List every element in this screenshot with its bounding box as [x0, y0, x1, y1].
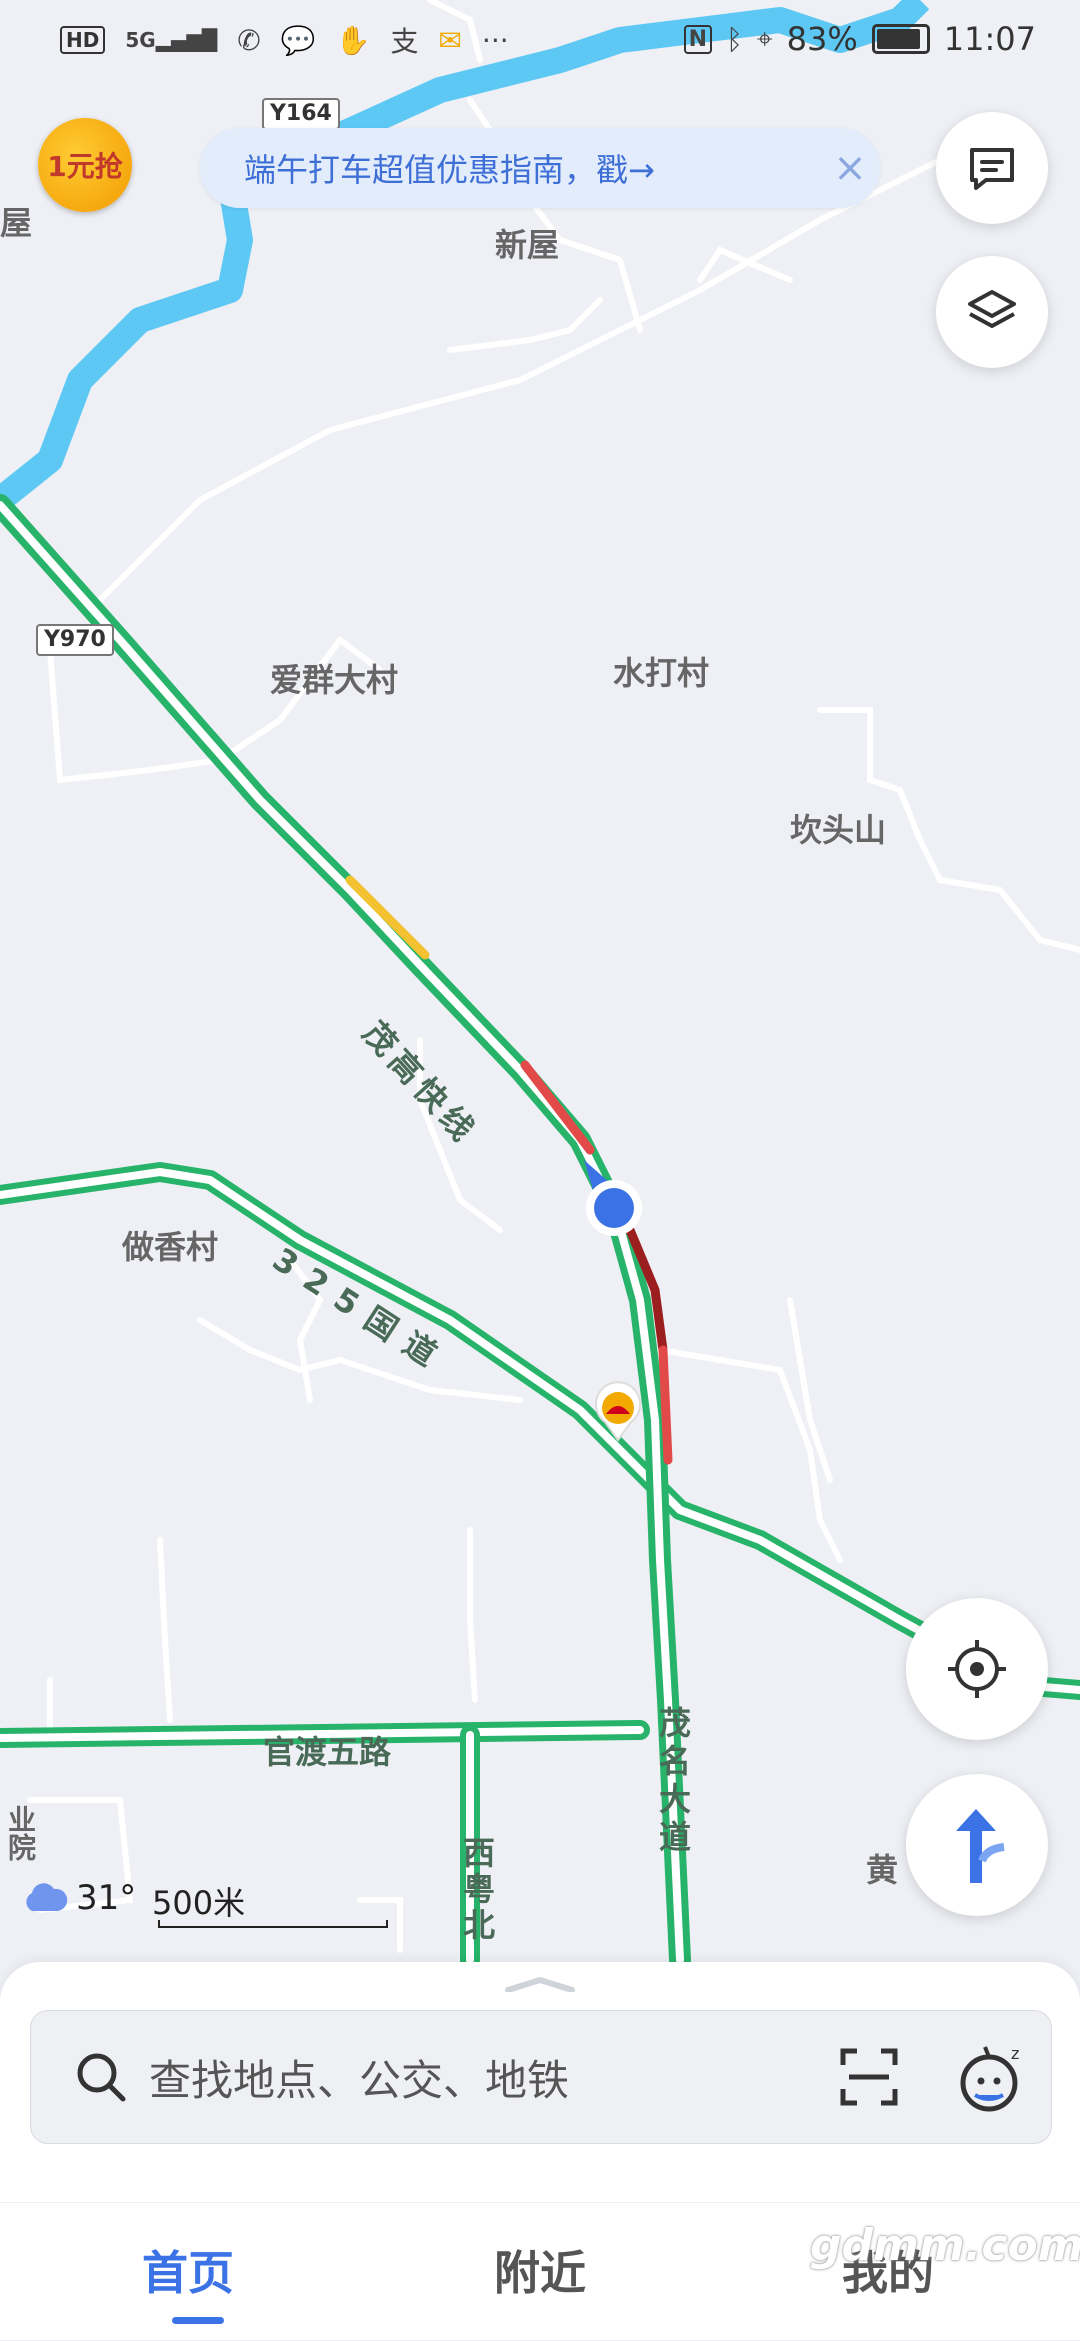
avenue-label: 茂名大道 [654, 1706, 692, 1858]
tab-home[interactable]: 首页 [142, 2237, 234, 2303]
banner-text: 端午打车超值优惠指南，戳→ [244, 151, 655, 189]
scale-label: 500米 [152, 1884, 246, 1922]
status-bar: HD 5G▂▄▆█ ✆ 💬 ✋ 支 ✉ ··· N ᛒ ⌖ 83% 11:07 [0, 0, 1080, 80]
battery-percent: 83% [786, 20, 858, 58]
road-shield: Y164 [262, 98, 340, 130]
weather-widget[interactable]: 31° [20, 1878, 136, 1918]
assistant-icon[interactable]: z [951, 2037, 1031, 2117]
feedback-icon [970, 148, 1014, 190]
battery-icon [871, 24, 930, 54]
place-label: 新屋 [495, 226, 560, 264]
locate-button[interactable] [906, 1598, 1048, 1740]
watermark: gdmm.com [810, 2220, 1080, 2271]
promo-banner[interactable]: 端午打车超值优惠指南，戳→ × [200, 128, 880, 208]
place-label: 黄 [866, 1851, 899, 1889]
signal-5g-icon: 5G▂▄▆█ [125, 28, 218, 52]
chat-icon: 💬 [280, 23, 316, 57]
search-input[interactable]: 查找地点、公交、地铁 [149, 2047, 837, 2108]
scale-bar [158, 1920, 388, 1928]
missed-call-icon: ✆ [237, 23, 261, 57]
road-shield: Y970 [36, 624, 114, 656]
hd-icon: HD [60, 26, 106, 54]
scan-icon[interactable] [837, 2045, 901, 2109]
route-button[interactable] [906, 1774, 1048, 1916]
feedback-button[interactable] [936, 112, 1048, 224]
svg-text:z: z [1011, 2044, 1019, 2063]
hand-icon: ✋ [335, 23, 371, 57]
location-icon: ⌖ [756, 22, 773, 55]
bottom-sheet: 查找地点、公交、地铁 z 首页 附近 我的 [0, 1962, 1080, 2340]
cloud-icon [26, 1883, 68, 1911]
edge-place-label: 屋 [0, 204, 33, 242]
place-label: 做香村 [122, 1228, 219, 1266]
edge-place-label: 业院 [4, 1805, 37, 1861]
place-label: 水打村 [613, 654, 710, 692]
xiyue-road-label: 西粤北 [458, 1836, 496, 1944]
route-arrow-icon [956, 1809, 1005, 1883]
close-icon[interactable]: × [820, 145, 880, 191]
promo-badge[interactable]: 1元抢 [38, 118, 132, 212]
guandu-road-label: 官渡五路 [263, 1733, 392, 1771]
bluetooth-icon: ᛒ [726, 22, 743, 56]
place-label: 坎头山 [790, 811, 887, 849]
crosshair-icon [948, 1640, 1006, 1698]
layers-icon [968, 290, 1016, 328]
temperature: 31° [76, 1878, 137, 1918]
status-right-icons: N ᛒ ⌖ 83% 11:07 [683, 20, 1036, 58]
place-label: 爱群大村 [270, 661, 399, 699]
tab-nearby[interactable]: 附近 [494, 2237, 586, 2303]
mail-icon: ✉ [438, 23, 462, 57]
layers-button[interactable] [936, 256, 1048, 368]
alipay-icon: 支 [390, 25, 419, 58]
status-left-icons: HD 5G▂▄▆█ ✆ 💬 ✋ 支 ✉ ··· [60, 20, 509, 60]
tab-indicator [172, 2317, 224, 2324]
search-icon [77, 2053, 126, 2102]
search-bar[interactable]: 查找地点、公交、地铁 z [30, 2010, 1052, 2144]
nfc-icon: N [683, 24, 713, 54]
clock: 11:07 [943, 20, 1036, 58]
sheet-handle[interactable] [504, 1976, 576, 1992]
more-icon: ··· [481, 23, 509, 57]
